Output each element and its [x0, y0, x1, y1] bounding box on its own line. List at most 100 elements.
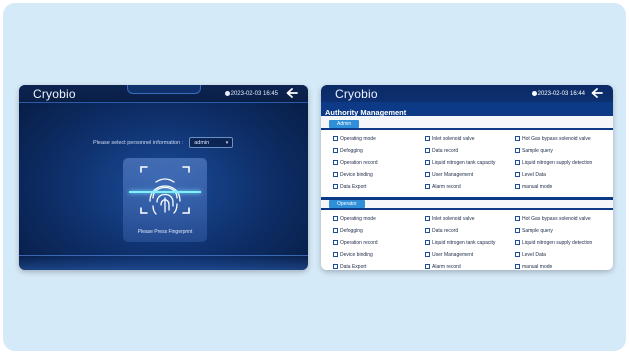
checkbox-icon[interactable] [515, 148, 520, 153]
permission-label: Operation record [340, 239, 378, 246]
admin-permissions: Operating mode Inlet solenoid valve Hot Ga… [321, 130, 613, 197]
permission-checkbox[interactable]: Operation record [333, 238, 425, 247]
permission-checkbox[interactable]: Sample query [515, 146, 607, 155]
section-tab-admin[interactable]: Admin [329, 120, 360, 128]
permission-checkbox[interactable]: Hot Gas bypass solenoid valve [515, 134, 607, 143]
checkbox-icon[interactable] [425, 252, 430, 257]
fingerprint-instruction: Please Press Fingerprint [137, 229, 193, 235]
permission-checkbox[interactable]: Alarm record [425, 182, 515, 191]
permission-label: User Management [432, 171, 474, 178]
checkbox-icon[interactable] [515, 252, 520, 257]
permission-label: Data Export [340, 263, 367, 270]
permission-checkbox[interactable]: manual mode [515, 182, 607, 191]
permission-checkbox[interactable]: Device binding [333, 250, 425, 259]
checkbox-icon[interactable] [425, 240, 430, 245]
checkbox-icon[interactable] [515, 216, 520, 221]
checkbox-icon[interactable] [333, 148, 338, 153]
brand-logo: Cryobio [33, 86, 76, 101]
checkbox-icon[interactable] [425, 184, 430, 189]
permission-checkbox[interactable]: Hot Gas bypass solenoid valve [515, 214, 607, 223]
personnel-dropdown[interactable]: admin ▾ [189, 137, 234, 148]
permission-checkbox[interactable]: Data Export [333, 182, 425, 191]
auth-top-bar: Cryobio 2023-02-03 16:44 [321, 85, 613, 102]
auth-header: Authority Management [321, 102, 613, 117]
checkbox-icon[interactable] [425, 228, 430, 233]
clock-icon [531, 91, 537, 96]
back-arrow-icon[interactable] [591, 87, 603, 99]
permission-checkbox[interactable]: Liquid nitrogen supply detection [515, 238, 607, 247]
checkbox-icon[interactable] [425, 160, 430, 165]
permission-label: Data record [432, 147, 459, 154]
fingerprint-panel[interactable]: Please Press Fingerprint [123, 158, 207, 242]
permission-checkbox[interactable]: Device binding [333, 170, 425, 179]
checkbox-icon[interactable] [515, 264, 520, 269]
scan-line [129, 191, 201, 193]
checkbox-icon[interactable] [333, 216, 338, 221]
permission-checkbox[interactable]: Level Data [515, 170, 607, 179]
permission-label: manual mode [522, 263, 553, 270]
checkbox-icon[interactable] [333, 252, 338, 257]
datetime-text: 2023-02-03 16:44 [537, 90, 585, 97]
brand-logo: Cryobio [335, 86, 378, 101]
checkbox-icon[interactable] [425, 264, 430, 269]
checkbox-icon[interactable] [425, 148, 430, 153]
checkbox-icon[interactable] [515, 172, 520, 177]
permission-label: Sample query [522, 147, 553, 154]
permission-label: Device binding [340, 171, 373, 178]
checkbox-icon[interactable] [333, 136, 338, 141]
clock-icon [224, 91, 230, 96]
checkbox-icon[interactable] [333, 160, 338, 165]
checkbox-icon[interactable] [333, 172, 338, 177]
permission-checkbox[interactable]: Operating mode [333, 214, 425, 223]
checkbox-icon[interactable] [333, 228, 338, 233]
permission-checkbox[interactable]: Defogging [333, 226, 425, 235]
permission-label: Liquid nitrogen tank capacity [432, 239, 496, 246]
checkbox-icon[interactable] [333, 240, 338, 245]
permission-checkbox[interactable]: Liquid nitrogen tank capacity [425, 238, 515, 247]
operator-permissions: Operating mode Inlet solenoid valve Hot Ga… [321, 210, 613, 270]
checkbox-icon[interactable] [333, 184, 338, 189]
personnel-dropdown-value: admin [194, 139, 210, 146]
personnel-prompt-label: Please select personnel information : [93, 139, 184, 146]
permission-checkbox[interactable]: Liquid nitrogen supply detection [515, 158, 607, 167]
permission-checkbox[interactable]: manual mode [515, 262, 607, 270]
checkbox-icon[interactable] [333, 264, 338, 269]
bottom-decoration [19, 255, 308, 270]
permission-label: Operation record [340, 159, 378, 166]
permission-label: Liquid nitrogen supply detection [522, 239, 593, 246]
permission-grid: Operating mode Inlet solenoid valve Hot Ga… [333, 214, 607, 270]
section-tab-operator[interactable]: Operator [329, 200, 365, 208]
permission-checkbox[interactable]: Operation record [333, 158, 425, 167]
checkbox-icon[interactable] [515, 136, 520, 141]
permission-label: Operating mode [340, 215, 376, 222]
page-title: Authority Management [325, 108, 407, 117]
permission-checkbox[interactable]: User Management [425, 250, 515, 259]
permission-label: Data record [432, 227, 459, 234]
datetime-display: 2023-02-03 16:45 [224, 91, 278, 97]
permission-checkbox[interactable]: Defogging [333, 146, 425, 155]
permission-checkbox[interactable]: Alarm record [425, 262, 515, 270]
permission-checkbox[interactable]: Inlet solenoid valve [425, 214, 515, 223]
permission-checkbox[interactable]: Inlet solenoid valve [425, 134, 515, 143]
datetime-display: 2023-02-03 16:44 [531, 90, 585, 97]
back-arrow-icon[interactable] [286, 87, 298, 99]
checkbox-icon[interactable] [515, 160, 520, 165]
permission-checkbox[interactable]: Data Export [333, 262, 425, 270]
permission-checkbox[interactable]: Data record [425, 226, 515, 235]
permission-label: Hot Gas bypass solenoid valve [522, 135, 591, 142]
checkbox-icon[interactable] [425, 216, 430, 221]
permission-checkbox[interactable]: Data record [425, 146, 515, 155]
checkbox-icon[interactable] [515, 228, 520, 233]
checkbox-icon[interactable] [425, 172, 430, 177]
permission-label: Level Data [522, 171, 546, 178]
permission-label: Device binding [340, 251, 373, 258]
permission-checkbox[interactable]: Liquid nitrogen tank capacity [425, 158, 515, 167]
permission-checkbox[interactable]: User Management [425, 170, 515, 179]
checkbox-icon[interactable] [425, 136, 430, 141]
checkbox-icon[interactable] [515, 184, 520, 189]
permission-checkbox[interactable]: Operating mode [333, 134, 425, 143]
permission-checkbox[interactable]: Sample query [515, 226, 607, 235]
checkbox-icon[interactable] [515, 240, 520, 245]
chevron-down-icon: ▾ [225, 139, 229, 146]
permission-checkbox[interactable]: Level Data [515, 250, 607, 259]
